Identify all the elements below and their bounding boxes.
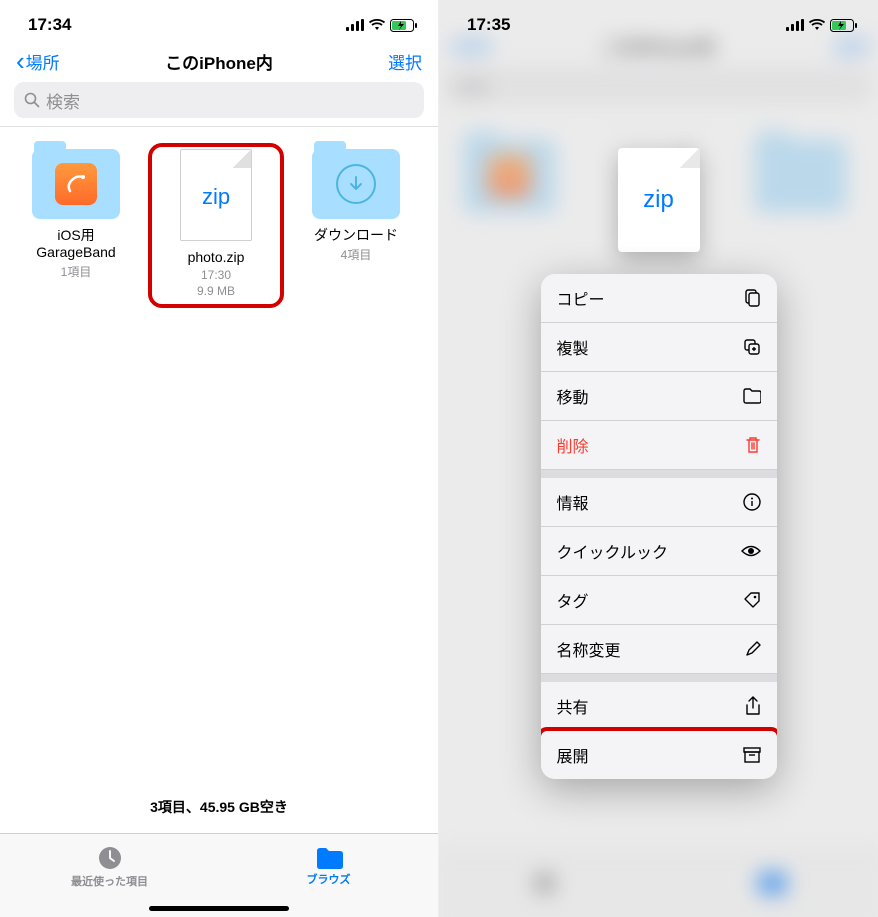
signal-icon: [786, 19, 804, 31]
menu-copy[interactable]: コピー: [541, 274, 777, 323]
tab-recents[interactable]: 最近使った項目: [0, 834, 219, 917]
wifi-icon: [808, 19, 826, 31]
status-time: 17:34: [28, 15, 71, 35]
file-photo-zip[interactable]: zip photo.zip 17:30 9.9 MB: [148, 143, 284, 308]
search-icon: [24, 92, 40, 108]
download-icon: [336, 164, 376, 204]
menu-label: 複製: [557, 335, 589, 359]
pencil-icon: [745, 641, 761, 657]
menu-duplicate[interactable]: 複製: [541, 323, 777, 372]
trash-icon: [745, 436, 761, 454]
home-indicator[interactable]: [149, 906, 289, 911]
menu-info[interactable]: 情報: [541, 478, 777, 527]
item-name: ダウンロード: [314, 227, 398, 244]
menu-rename[interactable]: 名称変更: [541, 625, 777, 674]
status-icons: [346, 19, 418, 32]
item-size: 9.9 MB: [197, 284, 235, 298]
folder-icon: [743, 388, 761, 404]
copy-icon: [743, 289, 761, 307]
status-time: 17:35: [467, 15, 510, 35]
menu-label: 情報: [557, 490, 589, 514]
item-time: 17:30: [201, 268, 231, 282]
menu-label: タグ: [557, 588, 589, 612]
menu-label: 移動: [557, 384, 589, 408]
menu-quicklook[interactable]: クイックルック: [541, 527, 777, 576]
menu-separator: [541, 674, 777, 682]
signal-icon: [346, 19, 364, 31]
eye-icon: [741, 544, 761, 558]
menu-separator: [541, 470, 777, 478]
tag-icon: [743, 591, 761, 609]
tab-browse[interactable]: ブラウズ: [219, 834, 438, 917]
info-icon: [743, 493, 761, 511]
menu-label: 展開: [557, 743, 589, 767]
archive-icon: [743, 747, 761, 763]
menu-label: 名称変更: [557, 637, 621, 661]
menu-label: 削除: [557, 433, 589, 457]
search-input[interactable]: 検索: [14, 82, 424, 118]
battery-icon: [390, 19, 418, 32]
wifi-icon: [368, 19, 386, 31]
battery-icon: [830, 19, 858, 32]
file-grid: iOS用 GarageBand 1項目 zip photo.zip 17:30 …: [0, 127, 438, 324]
menu-share[interactable]: 共有: [541, 682, 777, 731]
menu-label: クイックルック: [557, 539, 669, 563]
menu-tags[interactable]: タグ: [541, 576, 777, 625]
folder-tab-icon: [315, 847, 343, 869]
zip-label: zip: [202, 184, 230, 210]
item-sub: 4項目: [341, 246, 372, 263]
phone-left: 17:34 ‹ 場所 このiPhone内 選択 検索 iOS用 Gar: [0, 0, 439, 917]
share-icon: [745, 696, 761, 716]
folder-icon: [312, 149, 400, 219]
tab-bar: 最近使った項目 ブラウズ: [0, 833, 438, 917]
folder-icon: [32, 149, 120, 219]
status-bar: 17:35: [439, 0, 878, 44]
footer-info: 3項目、45.95 GB空き: [0, 797, 438, 817]
status-bar: 17:34: [0, 0, 438, 44]
clock-icon: [97, 845, 123, 871]
phone-right: ‹場所 このiPhone内 選択 検索 17:35 zip コピー: [439, 0, 878, 917]
context-preview-file: zip: [618, 148, 700, 252]
item-name: iOS用 GarageBand: [36, 227, 115, 261]
zip-label: zip: [643, 186, 674, 214]
menu-label: 共有: [557, 694, 589, 718]
nav-bar: ‹ 場所 このiPhone内 選択: [0, 44, 438, 82]
item-sub: 1項目: [61, 263, 92, 280]
garageband-app-icon: [55, 163, 97, 205]
menu-expand[interactable]: 展開: [541, 731, 777, 779]
chevron-left-icon: ‹: [16, 48, 25, 74]
back-label: 場所: [26, 49, 60, 74]
duplicate-icon: [743, 338, 761, 356]
folder-garageband[interactable]: iOS用 GarageBand 1項目: [8, 143, 144, 308]
context-menu: コピー 複製 移動 削除 情報 クイックルック タグ 名称変更: [541, 274, 777, 779]
tab-label: ブラウズ: [307, 871, 351, 887]
select-button[interactable]: 選択: [388, 49, 422, 74]
content-area: iOS用 GarageBand 1項目 zip photo.zip 17:30 …: [0, 126, 438, 324]
item-name: photo.zip: [188, 249, 245, 266]
menu-move[interactable]: 移動: [541, 372, 777, 421]
page-title: このiPhone内: [0, 49, 438, 74]
tab-label: 最近使った項目: [71, 873, 148, 889]
folder-downloads[interactable]: ダウンロード 4項目: [288, 143, 424, 308]
zip-file-icon: zip: [180, 149, 252, 241]
menu-label: コピー: [557, 286, 605, 310]
search-placeholder: 検索: [46, 88, 80, 113]
menu-delete[interactable]: 削除: [541, 421, 777, 470]
status-icons: [786, 19, 858, 32]
back-button[interactable]: ‹ 場所: [16, 48, 60, 74]
